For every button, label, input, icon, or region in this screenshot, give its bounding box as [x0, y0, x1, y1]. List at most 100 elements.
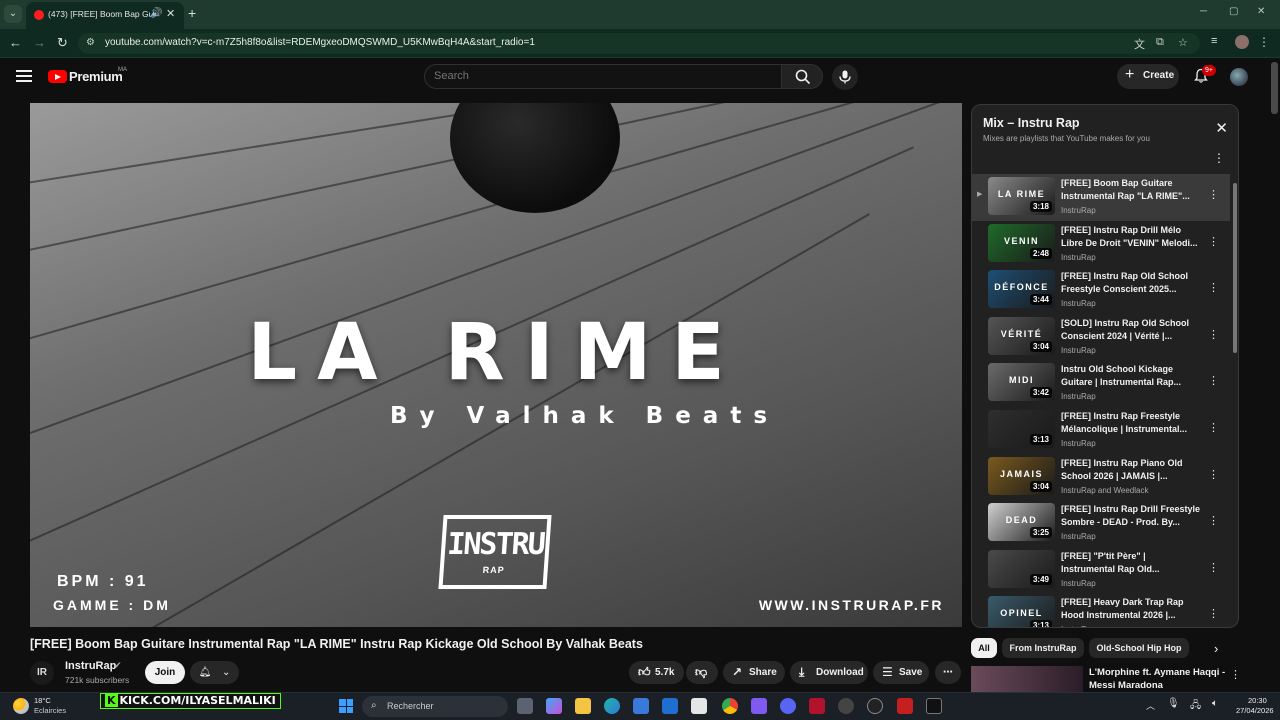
chevron-right-icon[interactable]: ›	[1214, 641, 1218, 656]
speaker-icon[interactable]: 🔈︎	[1212, 698, 1218, 709]
browser-menu-icon[interactable]: ⋮	[1258, 35, 1270, 49]
microphone-icon[interactable]: 🎙︎	[1167, 698, 1180, 709]
task-view-icon[interactable]	[517, 698, 533, 714]
search-button[interactable]	[781, 64, 823, 89]
bookmark-star-icon[interactable]: ☆	[1178, 36, 1188, 49]
outlook-icon[interactable]	[662, 698, 678, 714]
playlist-thumbnail[interactable]: DEAD 3:25	[988, 503, 1055, 542]
playlist-item[interactable]: DÉFONCE 3:44 [FREE] Instru Rap Old School …	[972, 267, 1230, 314]
playlist-item[interactable]: OPINEL 3:13 [FREE] Heavy Dark Trap Rap Hoo…	[972, 593, 1230, 627]
chrome-icon[interactable]	[722, 698, 738, 714]
hamburger-menu-icon[interactable]	[16, 70, 32, 82]
clock-time[interactable]: 20:30	[1248, 696, 1267, 705]
playlist-item-title[interactable]: [FREE] Boom Bap Guitare Instrumental Rap…	[1061, 177, 1201, 203]
tab-close-icon[interactable]: ✕	[166, 7, 175, 20]
back-arrow-icon[interactable]: ←	[9, 35, 22, 50]
forward-arrow-icon[interactable]: →	[33, 35, 46, 50]
tab-search-button[interactable]: ⌄	[4, 5, 22, 23]
video-player[interactable]: LA RIME By Valhak Beats INSTRU RAP BPM :…	[30, 103, 962, 627]
playlist-thumbnail[interactable]: MIDI 3:42	[988, 363, 1055, 402]
premium-wordmark[interactable]: Premium	[69, 69, 123, 84]
more-vertical-icon[interactable]: ⋮	[1213, 151, 1225, 165]
playlist-item[interactable]: VENIN 2:48 [FREE] Instru Rap Drill Mélo Li…	[972, 221, 1230, 268]
more-vertical-icon[interactable]: ⋮	[1208, 468, 1219, 481]
playlist-item-title[interactable]: [FREE] Heavy Dark Trap Rap Hood Instrume…	[1061, 596, 1201, 622]
reading-list-icon[interactable]: ≡	[1211, 35, 1217, 47]
search-box[interactable]	[424, 64, 782, 89]
file-explorer-icon[interactable]	[575, 698, 591, 714]
search-input[interactable]	[434, 70, 764, 82]
new-tab-button[interactable]: +	[188, 5, 196, 21]
windows-start-icon[interactable]	[339, 699, 353, 713]
more-vertical-icon[interactable]: ⋮	[1208, 514, 1219, 527]
obs-icon[interactable]	[838, 698, 854, 714]
copilot-icon[interactable]	[546, 698, 562, 714]
playlist-item-title[interactable]: [FREE] Instru Rap Drill Mélo Libre De Dr…	[1061, 224, 1201, 250]
playlist-item-title[interactable]: [FREE] Instru Rap Drill Freestyle Sombre…	[1061, 503, 1201, 529]
playlist-item[interactable]: JAMAIS 3:04 [FREE] Instru Rap Piano Old Sc…	[972, 454, 1230, 501]
store-icon[interactable]	[633, 698, 649, 714]
playlist-item[interactable]: MIDI 3:42 Instru Old School Kickage Guitar…	[972, 360, 1230, 407]
playlist-thumbnail[interactable]: 3:49	[988, 549, 1055, 588]
playlist-item-title[interactable]: [SOLD] Instru Rap Old School Conscient 2…	[1061, 317, 1201, 343]
share-button[interactable]: ↗ Share	[723, 661, 785, 684]
network-icon[interactable]: 🖧	[1190, 698, 1201, 715]
weather-icon[interactable]	[13, 698, 29, 714]
browser-tab[interactable]: (473) [FREE] Boom Bap Guit 🔊 ✕	[26, 2, 184, 29]
more-vertical-icon[interactable]: ⋮	[1230, 668, 1241, 681]
playlist-title[interactable]: Mix – Instru Rap	[983, 116, 1080, 130]
filter-chip[interactable]: Old-School Hip Hop	[1089, 638, 1189, 658]
playlist-item-title[interactable]: [FREE] "P'tit Père" | Instrumental Rap O…	[1061, 550, 1201, 576]
like-button[interactable]: 👍︎ 5.7k	[629, 661, 684, 684]
minimize-icon[interactable]: ─	[1200, 6, 1207, 17]
filter-chip[interactable]: From InstruRap	[1002, 638, 1084, 658]
playlist-item[interactable]: ▶ LA RIME 3:18 [FREE] Boom Bap Guitare Inst…	[972, 174, 1230, 221]
reload-icon[interactable]: ↻	[57, 35, 68, 51]
playlist-item-title[interactable]: [FREE] Instru Rap Freestyle Mélancolique…	[1061, 410, 1201, 436]
channel-name[interactable]: InstruRap	[65, 660, 116, 672]
playlist-thumbnail[interactable]: OPINEL 3:13	[988, 596, 1055, 627]
playlist-thumbnail[interactable]: JAMAIS 3:04	[988, 456, 1055, 495]
install-app-icon[interactable]: ⧉	[1156, 36, 1164, 49]
playlist-item[interactable]: 3:13 [FREE] Instru Rap Freestyle Mélancol…	[972, 407, 1230, 454]
account-avatar[interactable]	[1230, 68, 1248, 86]
site-info-icon[interactable]: ⚙	[86, 37, 95, 48]
clock-date[interactable]: 27/04/2026	[1236, 706, 1274, 715]
speaker-icon[interactable]: 🔊	[150, 8, 162, 19]
playlist-item-title[interactable]: Instru Old School Kickage Guitare | Inst…	[1061, 363, 1201, 389]
more-vertical-icon[interactable]: ⋮	[1208, 281, 1219, 294]
more-vertical-icon[interactable]: ⋮	[1208, 374, 1219, 387]
voice-search-button[interactable]	[832, 64, 858, 90]
maximize-icon[interactable]: ▢	[1229, 6, 1238, 17]
game-icon[interactable]	[751, 698, 767, 714]
app-icon[interactable]	[926, 698, 942, 714]
address-bar[interactable]: ⚙ youtube.com/watch?v=c-m7Z5h8f8o&list=R…	[78, 33, 1200, 54]
playlist-thumbnail[interactable]: VÉRITÉ 3:04	[988, 316, 1055, 355]
recommendation-title[interactable]: L'Morphine ft. Aymane Haqqi - Messi Mara…	[1089, 666, 1227, 692]
app-icon[interactable]	[691, 698, 707, 714]
download-button[interactable]: ⤓ Download	[790, 661, 868, 684]
adobe-icon[interactable]	[809, 698, 825, 714]
playlist-item-title[interactable]: [FREE] Instru Rap Piano Old School 2026 …	[1061, 457, 1201, 483]
taskbar-search[interactable]: ⌕ Rechercher	[362, 696, 508, 717]
discord-icon[interactable]	[780, 698, 796, 714]
create-button[interactable]: + Create	[1117, 64, 1179, 89]
playlist-thumbnail[interactable]: VENIN 2:48	[988, 223, 1055, 262]
chevron-up-icon[interactable]: ︿	[1146, 699, 1155, 712]
playlist-thumbnail[interactable]: DÉFONCE 3:44	[988, 270, 1055, 309]
join-button[interactable]: Join	[145, 661, 185, 684]
more-vertical-icon[interactable]: ⋮	[1208, 188, 1219, 201]
playlist-item-title[interactable]: [FREE] Instru Rap Old School Freestyle C…	[1061, 270, 1201, 296]
more-vertical-icon[interactable]: ⋮	[1208, 607, 1219, 620]
playlist-thumbnail[interactable]: LA RIME 3:18	[988, 177, 1055, 215]
playlist-thumbnail[interactable]: 3:13	[988, 410, 1055, 448]
more-vertical-icon[interactable]: ⋮	[1208, 421, 1219, 434]
playlist-item[interactable]: DEAD 3:25 [FREE] Instru Rap Drill Freestyl…	[972, 500, 1230, 547]
playlist-scrollbar[interactable]	[1233, 183, 1237, 353]
youtube-logo-icon[interactable]	[48, 70, 67, 83]
recommendation-thumbnail[interactable]	[971, 666, 1083, 692]
app-icon[interactable]	[897, 698, 913, 714]
translate-icon[interactable]: 文	[1134, 36, 1145, 52]
more-vertical-icon[interactable]: ⋮	[1208, 561, 1219, 574]
channel-avatar[interactable]: IR	[30, 661, 54, 685]
